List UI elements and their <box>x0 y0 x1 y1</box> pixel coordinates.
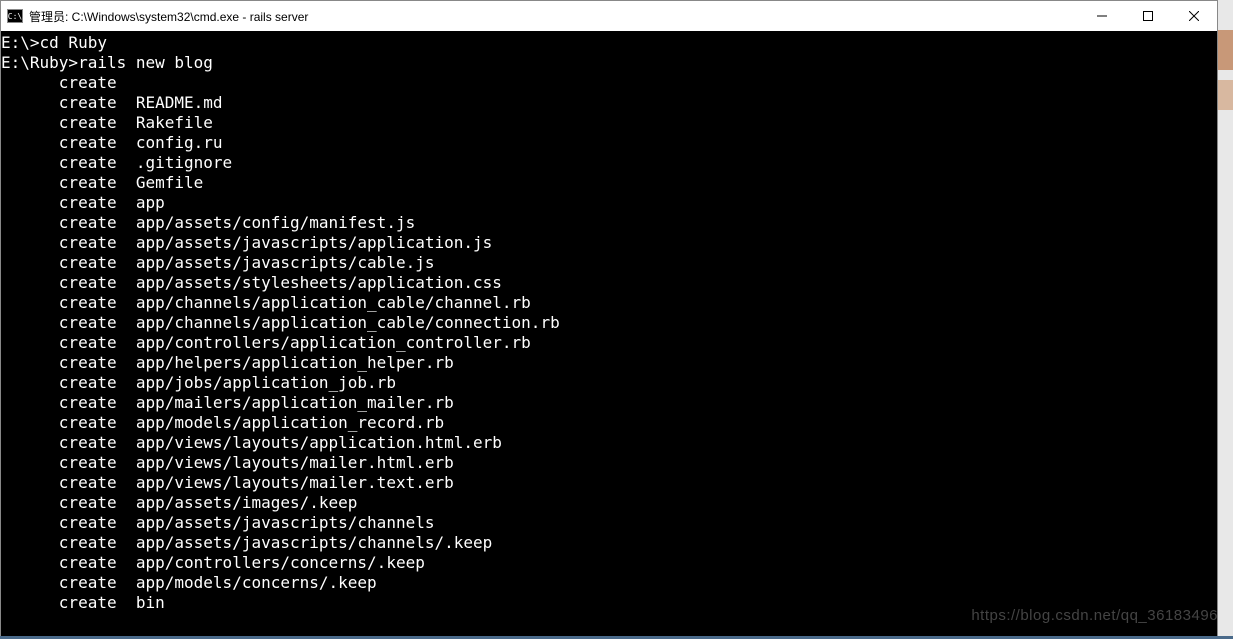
terminal-line: create app/helpers/application_helper.rb <box>1 353 1217 373</box>
terminal-line: create app/mailers/application_mailer.rb <box>1 393 1217 413</box>
terminal-line: create .gitignore <box>1 153 1217 173</box>
terminal-line: create app/views/layouts/application.htm… <box>1 433 1217 453</box>
minimize-button[interactable] <box>1079 1 1125 31</box>
terminal-line: create Gemfile <box>1 173 1217 193</box>
terminal-line: create app/assets/javascripts/channels <box>1 513 1217 533</box>
terminal-line: create app/assets/images/.keep <box>1 493 1217 513</box>
terminal-line: create app/channels/application_cable/ch… <box>1 293 1217 313</box>
side-fragment <box>1218 80 1233 110</box>
window-title: 管理员: C:\Windows\system32\cmd.exe - rails… <box>29 8 308 25</box>
terminal-line: create config.ru <box>1 133 1217 153</box>
terminal-line: create app/jobs/application_job.rb <box>1 373 1217 393</box>
terminal-line: create app/views/layouts/mailer.text.erb <box>1 473 1217 493</box>
terminal-line: create app/assets/javascripts/channels/.… <box>1 533 1217 553</box>
terminal-line: create app/channels/application_cable/co… <box>1 313 1217 333</box>
window-controls <box>1079 1 1217 31</box>
terminal-line: create app/models/application_record.rb <box>1 413 1217 433</box>
terminal-output[interactable]: E:\>cd RubyE:\Ruby>rails new blog create… <box>1 31 1217 638</box>
terminal-line: create app/assets/stylesheets/applicatio… <box>1 273 1217 293</box>
terminal-line: create app/assets/javascripts/applicatio… <box>1 233 1217 253</box>
side-background <box>1218 0 1233 639</box>
titlebar[interactable]: C:\ 管理员: C:\Windows\system32\cmd.exe - r… <box>1 1 1217 31</box>
terminal-line: E:\>cd Ruby <box>1 33 1217 53</box>
close-button[interactable] <box>1171 1 1217 31</box>
terminal-line: create app/assets/config/manifest.js <box>1 213 1217 233</box>
terminal-line: create app/controllers/application_contr… <box>1 333 1217 353</box>
terminal-line: create app/views/layouts/mailer.html.erb <box>1 453 1217 473</box>
terminal-line: E:\Ruby>rails new blog <box>1 53 1217 73</box>
maximize-button[interactable] <box>1125 1 1171 31</box>
terminal-line: create <box>1 73 1217 93</box>
terminal-line: create Rakefile <box>1 113 1217 133</box>
command-prompt-window: C:\ 管理员: C:\Windows\system32\cmd.exe - r… <box>0 0 1218 639</box>
terminal-line: create app/assets/javascripts/cable.js <box>1 253 1217 273</box>
watermark-text: https://blog.csdn.net/qq_36183496 <box>971 607 1218 624</box>
cmd-icon: C:\ <box>7 9 23 23</box>
terminal-line: create app <box>1 193 1217 213</box>
titlebar-left: C:\ 管理员: C:\Windows\system32\cmd.exe - r… <box>7 8 308 25</box>
side-fragment <box>1218 30 1233 70</box>
terminal-line: create README.md <box>1 93 1217 113</box>
terminal-line: create app/controllers/concerns/.keep <box>1 553 1217 573</box>
terminal-line: create app/models/concerns/.keep <box>1 573 1217 593</box>
